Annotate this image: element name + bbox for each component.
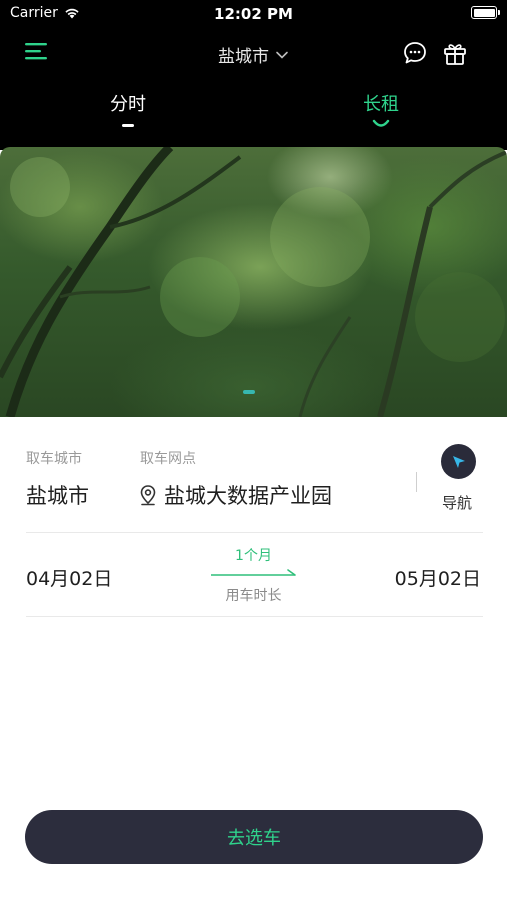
chevron-down-icon xyxy=(276,51,288,59)
tab-active-indicator xyxy=(372,119,390,127)
navigate-label[interactable]: 导航 xyxy=(442,492,472,513)
divider xyxy=(416,472,417,492)
gift-icon[interactable] xyxy=(441,39,469,67)
navigate-button[interactable] xyxy=(441,444,476,479)
tree-branches-image xyxy=(0,147,507,417)
arrow-right-icon xyxy=(211,569,296,576)
tab-long-rent[interactable]: 长租 xyxy=(341,90,421,129)
tab-hourly-indicator xyxy=(122,124,134,127)
select-car-button[interactable]: 去选车 xyxy=(25,810,483,864)
pickup-store-label: 取车网点 xyxy=(140,451,196,467)
status-time: 12:02 PM xyxy=(214,5,293,23)
city-selector[interactable]: 盐城市 xyxy=(218,42,289,67)
location-pin-icon xyxy=(140,485,156,506)
banner-pagination xyxy=(243,390,255,394)
pickup-store-value: 盐城大数据产业园 xyxy=(164,484,332,508)
battery-icon xyxy=(471,6,500,19)
tab-hourly-label: 分时 xyxy=(110,94,146,115)
end-date[interactable]: 05月02日 xyxy=(395,564,481,591)
divider xyxy=(26,616,483,617)
city-name: 盐城市 xyxy=(218,47,269,67)
nav-bar: 盐城市 xyxy=(0,30,507,74)
pickup-city-label: 取车城市 xyxy=(26,451,82,467)
menu-icon[interactable] xyxy=(24,40,50,62)
navigation-arrow-icon xyxy=(452,455,465,468)
city-selector-wrap: 盐城市 xyxy=(0,42,507,67)
pagination-dot xyxy=(243,390,255,394)
status-bar: Carrier 12:02 PM xyxy=(0,0,507,28)
pickup-store-selector[interactable]: 盐城大数据产业园 xyxy=(138,480,332,510)
banner-image[interactable] xyxy=(0,147,507,417)
divider xyxy=(26,532,483,533)
rental-duration[interactable]: 1个月 xyxy=(0,545,507,565)
tab-hourly[interactable]: 分时 xyxy=(88,90,168,127)
chat-bubble-icon[interactable] xyxy=(402,40,428,66)
pickup-city-value[interactable]: 盐城市 xyxy=(26,480,89,510)
tab-long-rent-label: 长租 xyxy=(363,94,399,115)
